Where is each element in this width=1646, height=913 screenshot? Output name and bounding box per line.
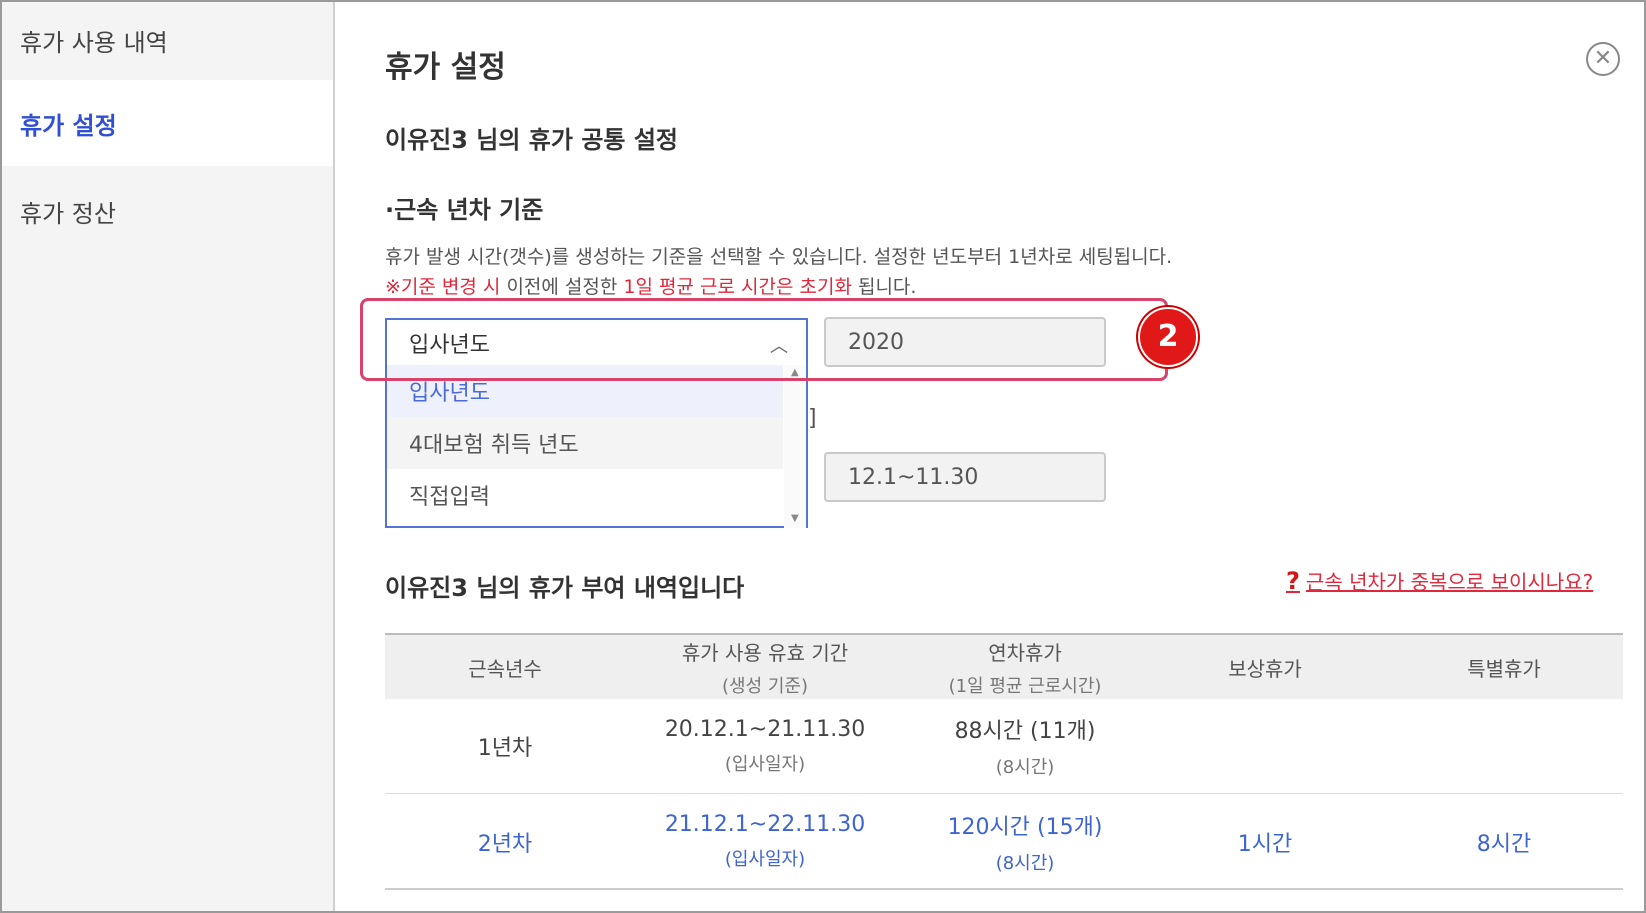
sidebar-item-usage-history[interactable]: 휴가 사용 내역 <box>2 2 333 78</box>
table-header: 근속년수 휴가 사용 유효 기간 (생성 기준) 연차휴가 (1일 평균 근로시… <box>385 633 1623 699</box>
column-header-label: 휴가 사용 유효 기간 <box>681 640 849 665</box>
cell-special-leave <box>1385 699 1623 793</box>
sidebar: 휴가 사용 내역 휴가 설정 휴가 정산 <box>2 2 335 911</box>
cell-sub: (8시간) <box>995 852 1055 874</box>
highlight-box <box>360 298 1168 381</box>
cell-annual-leave: 120시간 (15개) (8시간) <box>905 795 1145 888</box>
cell-value: 1년차 <box>477 736 533 761</box>
sidebar-item-leave-settings[interactable]: 휴가 설정 <box>2 80 333 166</box>
column-header-label: 근속년수 <box>468 656 542 681</box>
close-icon[interactable]: ✕ <box>1586 42 1620 76</box>
cell-period: 21.12.1~22.11.30 (입사일자) <box>625 795 905 888</box>
cell-annual-leave: 88시간 (11개) (8시간) <box>905 699 1145 793</box>
tenure-basis-title: ·근속 년차 기준 <box>385 196 544 224</box>
warning-part: 이전에 설정한 <box>500 276 624 298</box>
common-settings-title: 이유진3 님의 휴가 공통 설정 <box>385 126 679 154</box>
tenure-description: 휴가 발생 시간(갯수)를 생성하는 기준을 선택할 수 있습니다. 설정한 년… <box>385 246 1173 268</box>
table-row[interactable]: 2년차 21.12.1~22.11.30 (입사일자) 120시간 (15개) … <box>385 795 1623 890</box>
column-header-label: 특별휴가 <box>1467 656 1541 681</box>
cell-value: 120시간 (15개) <box>947 814 1103 840</box>
option-insurance-year[interactable]: 4대보험 취득 년도 <box>387 417 783 469</box>
cell-special-leave: 8시간 <box>1385 795 1623 888</box>
question-mark-icon: ? <box>1286 566 1300 595</box>
sidebar-item-label: 휴가 사용 내역 <box>20 28 168 57</box>
column-header: 특별휴가 <box>1385 635 1623 699</box>
partial-label: ] <box>808 406 817 431</box>
duplicate-tenure-help-link[interactable]: ? 근속 년차가 중복으로 보이시나요? <box>1286 566 1593 595</box>
warning-part: ※기준 변경 시 <box>385 276 501 298</box>
column-header-label: 보상휴가 <box>1228 656 1302 681</box>
cell-value: 1시간 <box>1237 831 1293 857</box>
period-input[interactable]: 12.1~11.30 <box>824 452 1106 502</box>
option-manual-input[interactable]: 직접입력 <box>387 469 783 521</box>
sidebar-item-leave-settlement[interactable]: 휴가 정산 <box>2 168 333 254</box>
page-title: 휴가 설정 <box>385 50 506 85</box>
column-header: 연차휴가 (1일 평균 근로시간) <box>905 635 1145 699</box>
cell-value: 8시간 <box>1476 831 1532 857</box>
cell-year: 2년차 <box>385 795 625 888</box>
warning-part: 됩니다. <box>851 276 917 298</box>
sidebar-item-label: 휴가 설정 <box>20 111 117 140</box>
cell-period: 20.12.1~21.11.30 (입사일자) <box>625 699 905 793</box>
step-badge: 2 <box>1138 307 1198 367</box>
grant-history-title: 이유진3 님의 휴가 부여 내역입니다 <box>385 574 745 602</box>
table-row: 1년차 20.12.1~21.11.30 (입사일자) 88시간 (11개) (… <box>385 699 1623 794</box>
dropdown-scrollbar[interactable]: ▲ ▼ <box>784 365 806 528</box>
cell-year: 1년차 <box>385 699 625 793</box>
help-link-label: 근속 년차가 중복으로 보이시나요? <box>1305 570 1594 594</box>
cell-sub: (8시간) <box>995 757 1055 778</box>
column-header: 보상휴가 <box>1145 635 1385 699</box>
cell-sub: (입사일자) <box>724 753 806 775</box>
sidebar-item-label: 휴가 정산 <box>20 199 116 228</box>
column-header-sub: (1일 평균 근로시간) <box>948 675 1102 697</box>
column-header: 휴가 사용 유효 기간 (생성 기준) <box>625 635 905 699</box>
column-header: 근속년수 <box>385 635 625 699</box>
warning-part: 1일 평균 근로 시간은 초기화 <box>623 276 852 298</box>
reset-warning: ※기준 변경 시 이전에 설정한 1일 평균 근로 시간은 초기화 됩니다. <box>385 272 916 299</box>
tenure-basis-dropdown: 입사년도 4대보험 취득 년도 직접입력 ▲ ▼ <box>385 365 808 528</box>
cell-value: 20.12.1~21.11.30 <box>664 716 866 742</box>
cell-sub: (입사일자) <box>724 849 806 870</box>
column-header-label: 연차휴가 <box>988 640 1062 665</box>
column-header-sub: (생성 기준) <box>721 675 808 697</box>
cell-value: 2년차 <box>477 831 533 857</box>
cell-value: 88시간 (11개) <box>954 719 1096 744</box>
cell-comp-leave: 1시간 <box>1145 795 1385 888</box>
scroll-down-icon[interactable]: ▼ <box>791 513 799 524</box>
cell-comp-leave <box>1145 699 1385 793</box>
cell-value: 21.12.1~22.11.30 <box>664 812 866 837</box>
